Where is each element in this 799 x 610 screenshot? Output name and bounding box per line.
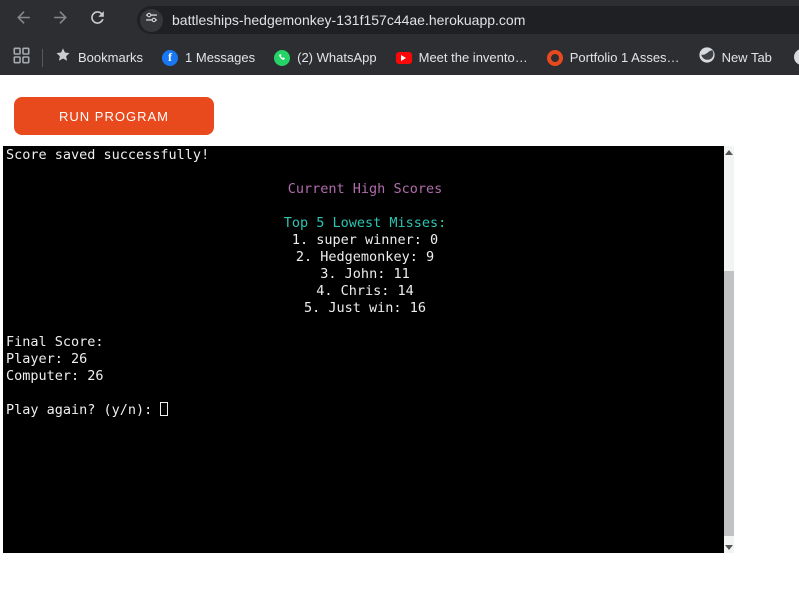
terminal: Score saved successfully! Current High S… [3, 146, 734, 553]
terminal-line-play-again-prompt: Play again? (y/n): [6, 402, 724, 419]
scrollbar-up-button[interactable] [724, 146, 734, 158]
forward-button[interactable] [49, 9, 71, 31]
bookmark-item-messages[interactable]: f 1 Messages [162, 49, 256, 66]
apps-grid-icon [13, 46, 30, 69]
bookmark-label: Meet the invento… [418, 50, 528, 65]
scroll-down-icon [725, 544, 733, 550]
bookmark-item-new-tab[interactable]: New Tab [698, 47, 772, 68]
bookmark-label: Portfolio 1 Asses… [569, 50, 680, 65]
scrollbar-thumb[interactable] [724, 271, 734, 536]
terminal-line-final-score: Final Score: [6, 334, 104, 350]
facebook-icon: f [162, 49, 179, 66]
terminal-line-rank-2: 2. Hedgemonkey: 9 [295, 249, 435, 265]
forward-icon [51, 8, 70, 32]
back-button[interactable] [12, 9, 34, 31]
terminal-line-rank-3: 3. John: 11 [320, 266, 410, 282]
bookmark-item-meet-the-inventor[interactable]: Meet the invento… [395, 50, 528, 65]
truncated-bookmark-icon[interactable] [794, 49, 799, 65]
url-bar[interactable]: battleships-hedgemonkey-131f157c44ae.her… [137, 6, 799, 34]
terminal-cursor [160, 402, 169, 416]
reload-button[interactable] [86, 9, 108, 31]
terminal-line-rank-5: 5. Just win: 16 [304, 300, 426, 316]
site-settings-icon [145, 11, 158, 29]
whatsapp-icon [274, 49, 291, 66]
reload-icon [88, 8, 107, 32]
scroll-up-icon [725, 149, 733, 155]
bookmark-label: 1 Messages [185, 50, 256, 65]
page-content: RUN PROGRAM Score saved successfully! Cu… [0, 75, 799, 610]
url-text: battleships-hedgemonkey-131f157c44ae.her… [172, 12, 526, 28]
browser-toolbar: battleships-hedgemonkey-131f157c44ae.her… [0, 0, 799, 40]
terminal-line-player-score: Player: 26 [6, 351, 88, 367]
terminal-line-rank-1: 1. super winner: 0 [291, 232, 439, 248]
terminal-scrollbar[interactable] [724, 146, 734, 553]
star-icon [55, 47, 71, 68]
browser-window: battleships-hedgemonkey-131f157c44ae.her… [0, 0, 799, 610]
terminal-line-computer-score: Computer: 26 [6, 368, 104, 384]
site-settings-button[interactable] [140, 8, 163, 32]
bookmark-label: Bookmarks [78, 50, 144, 65]
terminal-line-high-scores-title: Current High Scores [287, 181, 443, 197]
globe-icon [698, 47, 715, 68]
terminal-line-rank-4: 4. Chris: 14 [316, 283, 414, 299]
run-program-button[interactable]: RUN PROGRAM [14, 97, 214, 135]
bookmark-item-whatsapp[interactable]: (2) WhatsApp [274, 49, 377, 66]
orange-ring-icon [546, 49, 563, 66]
terminal-line-top5-heading: Top 5 Lowest Misses: [283, 215, 447, 231]
youtube-icon [395, 51, 412, 64]
bookmark-label: (2) WhatsApp [297, 50, 377, 65]
terminal-screen[interactable]: Score saved successfully! Current High S… [3, 146, 724, 553]
bookmark-item-bookmarks[interactable]: Bookmarks [55, 47, 143, 68]
scrollbar-down-button[interactable] [724, 541, 734, 553]
terminal-line-score-saved: Score saved successfully! [6, 147, 210, 163]
bookmark-item-portfolio[interactable]: Portfolio 1 Asses… [546, 49, 680, 66]
bookmarks-separator [42, 48, 43, 67]
back-icon [14, 8, 33, 32]
apps-grid-button[interactable] [13, 46, 30, 69]
play-again-text: Play again? (y/n): [6, 402, 161, 418]
bookmark-label: New Tab [721, 50, 772, 65]
bookmarks-bar: Bookmarks f 1 Messages (2) WhatsApp Meet… [0, 40, 799, 75]
